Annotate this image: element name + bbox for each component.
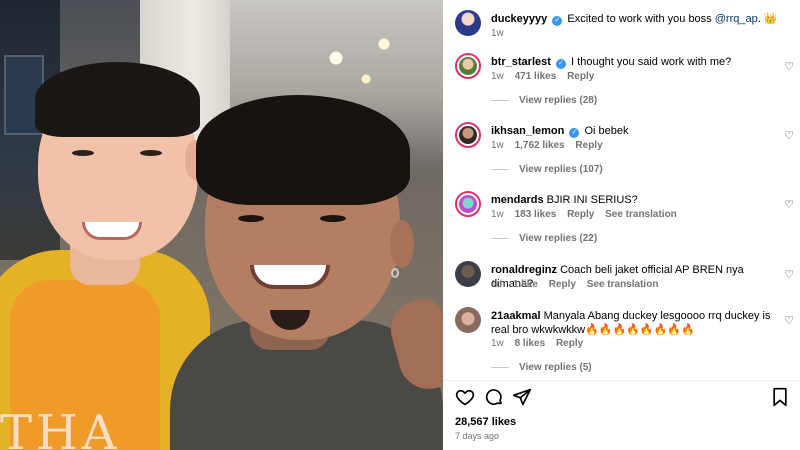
heart-icon[interactable]	[455, 387, 475, 407]
comment-text: ikhsan_lemon ✓ Oi bebek	[491, 124, 781, 138]
timestamp: 1w	[491, 209, 504, 220]
comment-bubble-icon[interactable]	[484, 387, 504, 407]
comment-meta: 1w 183 likes Reply See translation	[491, 209, 685, 220]
comments-panel: duckeyyyy ✓ Excited to work with you bos…	[443, 0, 800, 450]
view-replies-button[interactable]: View replies (28)	[491, 95, 597, 106]
verified-badge-icon: ✓	[552, 16, 563, 26]
reply-button[interactable]: Reply	[549, 279, 576, 290]
avatar[interactable]	[455, 307, 481, 333]
post-timestamp: 7 days ago	[455, 431, 500, 441]
likes-count[interactable]: 8 likes	[515, 338, 546, 349]
view-replies-button[interactable]: View replies (5)	[491, 362, 592, 373]
username[interactable]: duckeyyyy	[491, 13, 547, 25]
person-left-hair	[35, 62, 200, 137]
comment-text: btr_starlest ✓ I thought you said work w…	[491, 55, 781, 69]
heart-icon[interactable]: ♡	[783, 269, 795, 281]
timestamp: 1d	[491, 279, 503, 290]
post-modal: THA duckeyyyy ✓ Excited to work with you…	[0, 0, 800, 450]
comment-meta: 1w 471 likes Reply	[491, 71, 602, 82]
reply-button[interactable]: Reply	[575, 140, 602, 151]
earring	[391, 268, 399, 278]
avatar[interactable]	[455, 53, 481, 79]
divider	[443, 380, 800, 381]
likes-count[interactable]: 1,762 likes	[515, 140, 565, 151]
background-lights	[300, 30, 420, 100]
comment-body: I thought you said work with me?	[571, 56, 732, 68]
caption-suffix: . 👑	[757, 13, 778, 25]
post-photo[interactable]: THA	[0, 0, 443, 450]
person-left-eye	[72, 150, 94, 156]
comment-text: mendards BJIR INI SERIUS?	[491, 193, 781, 207]
heart-icon[interactable]: ♡	[783, 315, 795, 327]
reply-button[interactable]: Reply	[567, 71, 594, 82]
reply-button[interactable]: Reply	[556, 338, 583, 349]
timestamp: 1w	[491, 140, 504, 151]
view-replies-button[interactable]: View replies (22)	[491, 233, 597, 244]
comment-meta: 1w 8 likes Reply	[491, 338, 591, 349]
likes-count[interactable]: 183 likes	[515, 209, 557, 220]
avatar[interactable]	[455, 122, 481, 148]
comment-meta: 1w	[491, 28, 512, 39]
timestamp: 1w	[491, 28, 504, 39]
reply-button[interactable]: Reply	[567, 209, 594, 220]
see-translation-button[interactable]: See translation	[605, 209, 677, 220]
action-bar	[455, 387, 790, 409]
comment-body: Oi bebek	[584, 125, 629, 137]
timestamp: 1w	[491, 71, 504, 82]
view-replies-button[interactable]: View replies (107)	[491, 164, 603, 175]
caption-text: duckeyyyy ✓ Excited to work with you bos…	[491, 12, 781, 26]
person-right-smile	[250, 265, 330, 289]
verified-badge-icon: ✓	[569, 128, 580, 138]
paper-plane-icon[interactable]	[512, 387, 532, 407]
person-right-eye	[320, 215, 346, 222]
post-likes-count[interactable]: 28,567 likes	[455, 416, 516, 428]
person-right-hair	[196, 95, 410, 205]
comment-body: BJIR INI SERIUS?	[546, 194, 638, 206]
verified-badge-icon: ✓	[555, 59, 566, 69]
username[interactable]: btr_starlest	[491, 56, 551, 68]
username[interactable]: mendards	[491, 194, 544, 206]
person-right-ear	[390, 220, 414, 268]
mention-link[interactable]: @rrq_ap	[715, 13, 758, 25]
timestamp: 1w	[491, 338, 504, 349]
username[interactable]: ikhsan_lemon	[491, 125, 564, 137]
heart-icon[interactable]: ♡	[783, 130, 795, 142]
bookmark-icon[interactable]	[770, 387, 790, 407]
person-left-smile	[82, 222, 142, 240]
username[interactable]: ronaldreginz	[491, 264, 557, 276]
heart-icon[interactable]: ♡	[783, 61, 795, 73]
heart-icon[interactable]: ♡	[783, 199, 795, 211]
avatar[interactable]	[455, 191, 481, 217]
caption-body: Excited to work with you boss	[567, 13, 715, 25]
see-translation-button[interactable]: See translation	[587, 279, 659, 290]
comment-meta: 1w 1,762 likes Reply	[491, 140, 611, 151]
person-right-eye	[238, 215, 264, 222]
avatar[interactable]	[455, 10, 481, 36]
username[interactable]: 21aakmal	[491, 310, 541, 322]
comment-meta: 1d 1 like Reply See translation	[491, 279, 666, 290]
likes-count[interactable]: 471 likes	[515, 71, 557, 82]
likes-count[interactable]: 1 like	[513, 279, 538, 290]
person-left-eye	[140, 150, 162, 156]
comments-list[interactable]: duckeyyyy ✓ Excited to work with you bos…	[443, 0, 800, 380]
avatar[interactable]	[455, 261, 481, 287]
shirt-print-text: THA	[0, 405, 121, 450]
comment-text: 21aakmal Manyala Abang duckey lesgoooo r…	[491, 309, 781, 337]
